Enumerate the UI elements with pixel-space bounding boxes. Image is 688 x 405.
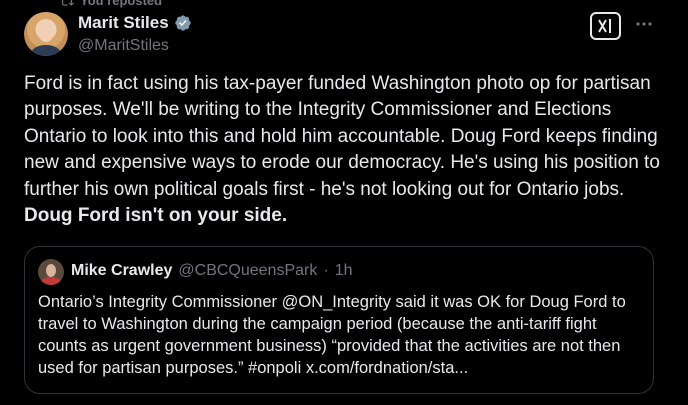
verified-badge-icon[interactable]	[174, 14, 192, 32]
reposted-indicator: You reposted	[60, 0, 162, 8]
more-icon	[636, 22, 652, 26]
author-handle[interactable]: @MaritStiles	[78, 37, 169, 55]
quoted-tweet[interactable]: Mike Crawley @CBCQueensPark · 1h Ontario…	[24, 246, 654, 394]
grok-button[interactable]	[590, 12, 621, 40]
repost-icon	[62, 0, 74, 6]
tweet-bold-text: Doug Ford isn't on your side.	[24, 205, 288, 227]
author-avatar[interactable]	[24, 12, 68, 56]
reposted-label: You reposted	[80, 0, 163, 8]
quote-author-name[interactable]: Mike Crawley	[71, 262, 172, 280]
author-name-row: Marit Stiles	[78, 13, 192, 33]
quote-timestamp[interactable]: 1h	[335, 262, 353, 280]
grok-icon	[597, 19, 611, 33]
quote-author-avatar[interactable]	[38, 259, 64, 285]
tweet-body: Ford is in fact using his tax-payer fund…	[24, 73, 660, 200]
author-name[interactable]: Marit Stiles	[78, 13, 169, 33]
quote-header: Mike Crawley @CBCQueensPark · 1h	[71, 262, 352, 280]
quote-author-handle[interactable]: @CBCQueensPark	[178, 262, 317, 280]
quote-text: Ontario’s Integrity Commissioner @ON_Int…	[38, 293, 626, 377]
tweet-text: Ford is in fact using his tax-payer fund…	[24, 71, 664, 229]
more-button[interactable]	[634, 14, 654, 34]
quote-separator: ·	[323, 262, 329, 279]
